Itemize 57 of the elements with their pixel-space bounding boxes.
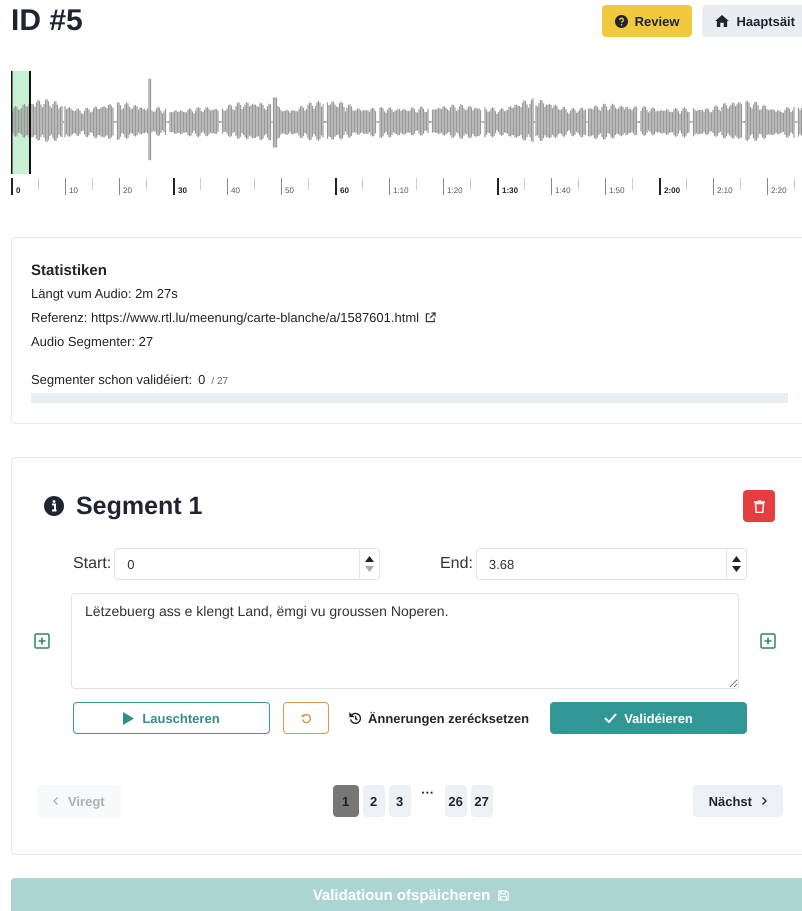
field-label: Start:: [73, 555, 112, 573]
reset-button[interactable]: Ännerungen zerécksetzen: [349, 710, 530, 726]
timeline-label: 10: [65, 178, 78, 195]
page-title: ID #5: [11, 4, 84, 38]
timeline-label: 1:40: [551, 178, 571, 195]
home-button[interactable]: Haaptsäit: [702, 5, 802, 37]
play-icon: [123, 712, 134, 724]
timeline-label: 2:00: [659, 178, 680, 195]
home-icon: [715, 15, 730, 27]
next-button[interactable]: Nächst: [692, 785, 783, 817]
timeline-label: 1:10: [389, 178, 409, 195]
timeline-label: 2:10: [713, 178, 733, 195]
segment-title: Segment 1: [76, 492, 204, 520]
add-icon[interactable]: [34, 633, 50, 649]
transcript-field[interactable]: Lëtzebuerg ass e klengt Land, ëmgi vu groussen Noperen.: [71, 593, 739, 689]
stat-text: Längt vum Audio: 2m 27s: [31, 286, 178, 301]
card-title: Statistiken: [31, 262, 108, 279]
up-arrow-icon[interactable]: [732, 556, 741, 562]
progress-total: / 27: [211, 376, 228, 387]
page-button[interactable]: 26: [444, 785, 467, 817]
page-button[interactable]: 27: [470, 785, 493, 817]
review-button[interactable]: Review: [602, 5, 692, 37]
timeline-label: 1:20: [443, 178, 463, 195]
timeline-label: 2:20: [767, 178, 787, 195]
external-link-icon[interactable]: [425, 312, 436, 323]
timeline-label: 20: [119, 178, 132, 195]
question-icon: [614, 14, 628, 28]
chevron-right-icon: [762, 797, 767, 805]
timeline-label: 1:30: [497, 178, 518, 195]
delete-button[interactable]: [743, 490, 775, 522]
timeline-label: 60: [335, 178, 349, 195]
page-button[interactable]: 2: [362, 785, 385, 817]
undo-button[interactable]: [283, 702, 329, 734]
page-button[interactable]: 3: [388, 785, 411, 817]
progress-count: 0: [198, 372, 206, 387]
timeline-label: 30: [173, 178, 187, 195]
timeline-label: 40: [227, 178, 240, 195]
info-icon: [44, 496, 64, 516]
timeline-label: 0: [11, 178, 20, 195]
check-icon: [604, 713, 618, 723]
history-icon: [349, 712, 362, 724]
ellipsis: ···: [420, 785, 436, 802]
page-button[interactable]: 1: [332, 785, 359, 817]
stat-text: Audio Segmenter: 27: [31, 334, 154, 349]
chevron-left-icon: [53, 797, 58, 805]
add-icon[interactable]: [760, 633, 776, 649]
timeline-label: 50: [281, 178, 294, 195]
listen-button[interactable]: Lauschteren: [73, 702, 270, 734]
down-arrow-icon[interactable]: [732, 566, 741, 572]
reference-text: Referenz: https://www.rtl.lu/meenung/carte-blanche/a/1587601.html: [31, 310, 420, 325]
validate-button[interactable]: Validéieren: [550, 702, 747, 734]
up-arrow-icon[interactable]: [365, 556, 374, 562]
progress-label: Segmenter schon validéiert:: [31, 372, 192, 387]
trash-icon: [754, 500, 764, 512]
field-label: End:: [440, 555, 473, 573]
undo-icon: [300, 712, 312, 724]
timeline-label: 1:50: [605, 178, 625, 195]
